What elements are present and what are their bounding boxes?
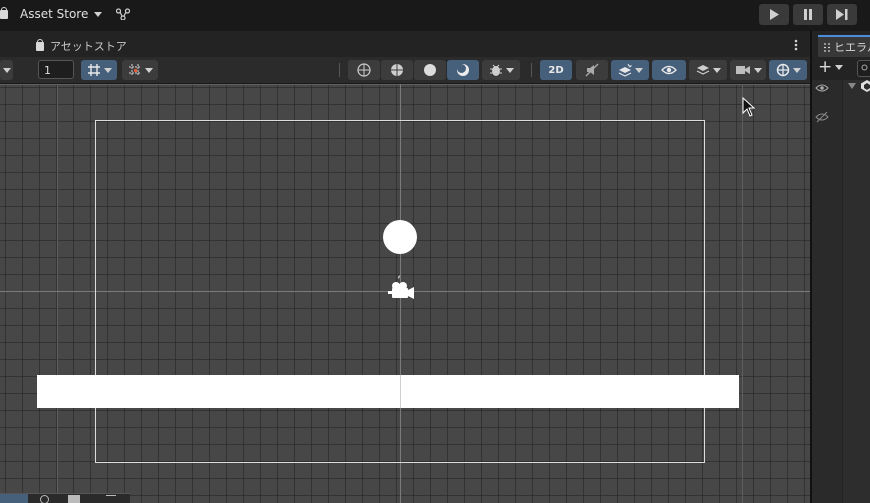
shaded-wireframe-button[interactable] — [381, 60, 413, 80]
tab-hierarchy-label: ヒエラル — [834, 41, 870, 54]
scene-toolbar: 1 2D — [0, 57, 810, 84]
chevron-down-icon — [753, 67, 762, 73]
tab-asset-store[interactable]: アセットストア — [36, 38, 127, 54]
debug-draw-mode-button[interactable] — [482, 60, 520, 80]
gizmos-dropdown[interactable] — [769, 60, 807, 80]
grid-major-line — [57, 84, 58, 503]
eye-icon[interactable] — [815, 83, 829, 93]
tool-dropdown[interactable] — [0, 60, 13, 80]
pause-icon — [804, 9, 812, 20]
toolbar-separator — [339, 63, 340, 77]
search-icon — [861, 64, 868, 71]
overlay-toolbar — [0, 493, 130, 503]
video-camera-icon — [735, 66, 750, 74]
hierarchy-panel: ヒエラル + — [810, 31, 870, 503]
hierarchy-search-input[interactable] — [857, 60, 870, 77]
grid-increment-field[interactable]: 1 — [38, 60, 74, 79]
tab-asset-store-label: アセットストア — [50, 40, 127, 53]
solid-sphere-icon — [424, 64, 436, 76]
chevron-down-icon — [505, 67, 514, 73]
create-dropdown[interactable]: + — [818, 58, 848, 76]
top-bar: Asset Store — [0, 0, 870, 31]
version-control-icon[interactable] — [116, 8, 130, 20]
audio-toggle[interactable] — [576, 60, 608, 80]
scene-visibility-toggle[interactable] — [652, 60, 686, 80]
visibility-column — [812, 80, 843, 503]
grid-snap-toggle[interactable] — [122, 60, 158, 80]
expand-arrow-icon[interactable] — [848, 83, 856, 89]
play-icon — [770, 9, 779, 20]
unlit-shading-button[interactable] — [414, 60, 446, 80]
chevron-down-icon — [792, 67, 801, 73]
grid-visibility-toggle[interactable] — [81, 60, 117, 80]
ground-sprite[interactable] — [37, 375, 739, 408]
asset-store-label: Asset Store — [20, 7, 89, 21]
wireframe-sphere-icon — [357, 63, 371, 77]
chevron-down-icon — [712, 67, 721, 73]
bug-icon — [489, 64, 502, 76]
lit-shading-button[interactable] — [447, 60, 479, 80]
2d-mode-toggle[interactable]: 2D — [540, 60, 572, 80]
eye-icon — [661, 65, 677, 75]
add-icon: + — [818, 56, 833, 77]
grid-major-line — [742, 84, 743, 503]
overlay-tool-selected[interactable] — [0, 494, 28, 503]
scene-camera-dropdown[interactable] — [730, 60, 766, 80]
search-icon[interactable] — [40, 495, 49, 503]
chevron-down-icon — [835, 64, 844, 70]
audio-mute-icon — [585, 63, 599, 77]
chevron-down-icon — [103, 67, 112, 73]
camera-gizmo-icon[interactable] — [386, 275, 416, 303]
wireframe-shading-button[interactable] — [348, 60, 380, 80]
grid-snap-icon — [128, 64, 141, 76]
stacked-layers-icon — [696, 65, 709, 75]
layers-dropdown[interactable] — [689, 60, 727, 80]
ball-sprite[interactable] — [383, 220, 417, 254]
unity-scene-icon — [861, 80, 870, 92]
eye-hidden-icon[interactable] — [815, 111, 829, 123]
list-icon — [824, 42, 830, 52]
scene-tab-bar: アセットストア — [0, 31, 810, 57]
grid-icon — [87, 64, 100, 76]
chevron-down-icon — [2, 67, 11, 73]
step-button[interactable] — [827, 4, 857, 25]
lock-icon — [36, 38, 44, 51]
chevron-down-icon — [144, 67, 153, 73]
effects-toggle[interactable] — [611, 60, 649, 80]
shaded-wireframe-sphere-icon — [391, 64, 403, 76]
mouse-cursor-icon — [742, 97, 756, 117]
more-options-icon[interactable] — [794, 39, 798, 51]
effects-layers-icon — [618, 63, 632, 77]
grid-major-line — [0, 84, 810, 85]
shopping-bag-icon — [0, 6, 8, 19]
play-button[interactable] — [759, 4, 789, 25]
tab-hierarchy[interactable]: ヒエラル — [818, 35, 870, 57]
camera-icon[interactable] — [68, 495, 80, 503]
grid-y-axis-line — [400, 375, 401, 408]
scene-view[interactable] — [0, 84, 810, 503]
toolbar-separator — [531, 63, 532, 77]
step-icon — [836, 9, 848, 20]
asset-store-menu[interactable]: Asset Store — [0, 6, 103, 21]
gizmo-globe-icon — [776, 63, 789, 77]
shuffle-icon[interactable] — [106, 495, 116, 503]
lit-sphere-icon — [457, 64, 469, 76]
chevron-down-icon — [94, 11, 103, 17]
chevron-down-icon — [634, 67, 643, 73]
pause-button[interactable] — [793, 4, 823, 25]
